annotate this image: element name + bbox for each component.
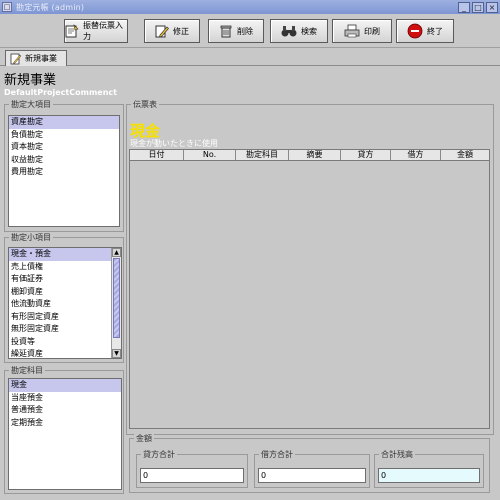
list-item[interactable]: 収益勘定	[9, 154, 119, 167]
edit-button[interactable]: 修正	[144, 19, 200, 43]
page-title: 新規事業	[4, 73, 57, 88]
minor-accounts-list[interactable]: 現金・預金 売上債権 有価証券 棚卸資産 他流動資産 有形固定資産 無形固定資産…	[8, 247, 122, 359]
window-title: 勘定元帳 (admin)	[16, 2, 85, 12]
trash-icon	[220, 25, 232, 38]
list-item[interactable]: 資本勘定	[9, 141, 119, 154]
list-item[interactable]: 資産勘定	[9, 116, 119, 129]
balance-total-field[interactable]: 0	[378, 468, 480, 483]
list-item[interactable]: 普通預金	[9, 404, 121, 417]
delete-label: 削除	[237, 26, 253, 36]
list-item[interactable]: 無形固定資産	[9, 323, 121, 336]
table-header: 日付 No. 勘定科目 摘要 貸方 借方 金額	[130, 150, 489, 161]
list-item[interactable]: 投資等	[9, 336, 121, 349]
major-accounts-label: 勘定大項目	[9, 99, 53, 110]
column-header[interactable]: 勘定科目	[236, 150, 289, 160]
search-button[interactable]: 検索	[270, 19, 328, 43]
voucher-label: 伝票表	[131, 99, 159, 110]
balance-total-group: 合計残高 0	[374, 449, 484, 488]
debit-total-field[interactable]: 0	[258, 468, 366, 483]
balance-total-label: 合計残高	[379, 449, 415, 460]
list-item[interactable]: 有価証券	[9, 273, 121, 286]
list-item[interactable]: 繰延資産	[9, 348, 121, 358]
debit-total-label: 借方合計	[259, 449, 295, 460]
exit-button[interactable]: 終了	[396, 19, 454, 43]
credit-total-field[interactable]: 0	[140, 468, 244, 483]
list-item[interactable]: 定期預金	[9, 417, 121, 430]
notebook-icon	[10, 53, 22, 64]
voucher-table[interactable]: 日付 No. 勘定科目 摘要 貸方 借方 金額	[129, 149, 490, 429]
minor-list-scrollbar[interactable]: ▲ ▼	[111, 248, 121, 358]
tab-new-business[interactable]: 新規事業	[5, 50, 67, 66]
print-button[interactable]: 印刷	[332, 19, 392, 43]
list-item[interactable]: 現金	[9, 379, 121, 392]
stop-icon	[407, 23, 423, 39]
column-header[interactable]: 借方	[391, 150, 441, 160]
minor-accounts-group: 勘定小項目 現金・預金 売上債権 有価証券 棚卸資産 他流動資産 有形固定資産 …	[4, 232, 124, 363]
close-button[interactable]: ×	[486, 1, 498, 13]
scroll-thumb[interactable]	[113, 258, 120, 338]
list-item[interactable]: 売上債権	[9, 261, 121, 274]
major-accounts-list[interactable]: 資産勘定 負債勘定 資本勘定 収益勘定 費用勘定	[8, 115, 120, 227]
toolbar: 振替伝票入力 修正 削除 検索 印刷 終了	[0, 14, 500, 48]
search-label: 検索	[301, 26, 317, 36]
column-header[interactable]: 摘要	[289, 150, 341, 160]
list-item[interactable]: 現金・預金	[9, 248, 121, 261]
debit-total-group: 借方合計 0	[254, 449, 370, 488]
minimize-button[interactable]: _	[458, 1, 470, 13]
minor-accounts-label: 勘定小項目	[9, 232, 53, 243]
print-label: 印刷	[364, 26, 380, 36]
binoculars-icon	[281, 26, 297, 37]
column-header[interactable]: 貸方	[341, 150, 391, 160]
summary-label: 金額	[134, 433, 154, 444]
list-item[interactable]: 費用勘定	[9, 166, 119, 179]
major-accounts-group: 勘定大項目 資産勘定 負債勘定 資本勘定 収益勘定 費用勘定	[4, 99, 124, 232]
tab-strip: 新規事業	[0, 48, 500, 66]
account-subjects-label: 勘定科目	[9, 365, 45, 376]
scroll-down-icon[interactable]: ▼	[112, 349, 121, 358]
list-item[interactable]: 有形固定資産	[9, 311, 121, 324]
maximize-button[interactable]: □	[472, 1, 484, 13]
credit-total-label: 貸方合計	[141, 449, 177, 460]
list-item[interactable]: 当座預金	[9, 392, 121, 405]
delete-button[interactable]: 削除	[208, 19, 264, 43]
list-item[interactable]: 負債勘定	[9, 129, 119, 142]
exit-label: 終了	[427, 26, 443, 36]
app-icon: □	[2, 2, 12, 12]
summary-group: 金額 貸方合計 0 借方合計 0 合計残高 0	[129, 433, 490, 493]
column-header[interactable]: 金額	[441, 150, 489, 160]
column-header[interactable]: 日付	[130, 150, 184, 160]
list-item[interactable]: 他流動資産	[9, 298, 121, 311]
window-titlebar: □ 勘定元帳 (admin) _ □ ×	[0, 0, 500, 14]
printer-icon	[344, 24, 360, 38]
column-header[interactable]: No.	[184, 150, 236, 160]
account-subjects-group: 勘定科目 現金 当座預金 普通預金 定期預金	[4, 365, 124, 494]
tab-label: 新規事業	[25, 54, 57, 63]
edit-label: 修正	[173, 26, 189, 36]
transfer-voucher-label: 振替伝票入力	[83, 21, 123, 41]
scroll-up-icon[interactable]: ▲	[112, 248, 121, 257]
account-subjects-list[interactable]: 現金 当座預金 普通預金 定期預金	[8, 378, 122, 490]
pencil-icon	[155, 25, 169, 38]
transfer-icon	[65, 24, 79, 38]
list-item[interactable]: 棚卸資産	[9, 286, 121, 299]
project-comment: DefaultProjectCommenct	[4, 88, 117, 97]
account-description: 現金が動いたときに使用	[130, 139, 218, 148]
transfer-voucher-button[interactable]: 振替伝票入力	[64, 19, 128, 43]
credit-total-group: 貸方合計 0	[136, 449, 248, 488]
